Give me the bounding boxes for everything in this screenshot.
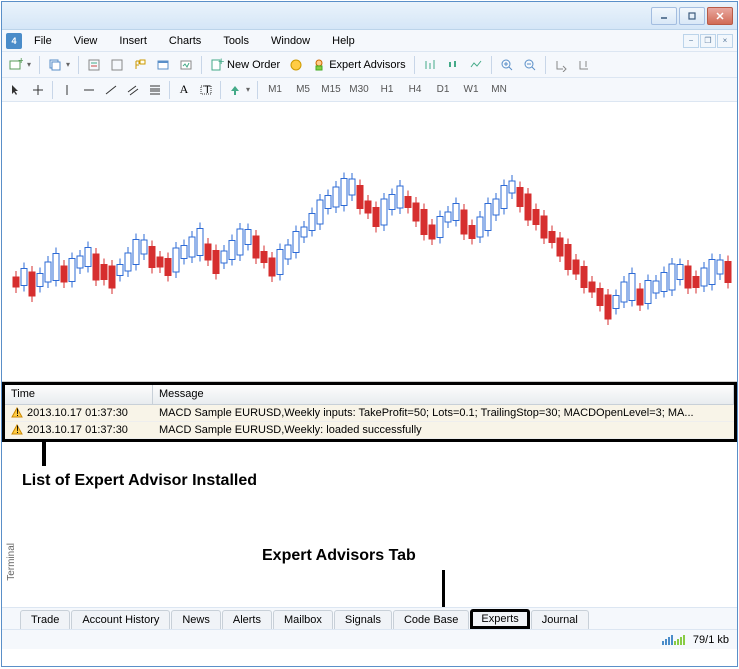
tab-alerts[interactable]: Alerts xyxy=(222,610,272,629)
terminal-label: Terminal xyxy=(4,541,19,583)
chart-shift-button[interactable] xyxy=(574,55,594,75)
traffic-label: 79/1 kb xyxy=(693,634,729,646)
svg-text:!: ! xyxy=(16,407,19,419)
navigator-button[interactable] xyxy=(130,55,150,75)
menu-charts[interactable]: Charts xyxy=(159,33,211,49)
new-order-button[interactable]: +New Order xyxy=(207,55,283,75)
menu-view[interactable]: View xyxy=(64,33,108,49)
svg-text:+: + xyxy=(18,58,23,67)
mdi-restore-button[interactable]: ❐ xyxy=(700,34,716,48)
trendline-button[interactable] xyxy=(101,80,121,100)
auto-scroll-button[interactable] xyxy=(551,55,571,75)
column-time[interactable]: Time xyxy=(5,385,153,404)
text-label-button[interactable]: T xyxy=(196,80,216,100)
connection-icon xyxy=(662,635,685,645)
chart-area[interactable] xyxy=(2,102,737,382)
menu-file[interactable]: File xyxy=(24,33,62,49)
fibonacci-button[interactable] xyxy=(145,80,165,100)
toolbar-drawing: A T ▾ M1 M5 M15 M30 H1 H4 D1 W1 MN xyxy=(2,78,737,102)
grid-header: Time Message xyxy=(5,385,734,405)
market-watch-button[interactable] xyxy=(84,55,104,75)
mdi-close-button[interactable]: × xyxy=(717,34,733,48)
timeframe-m30[interactable]: M30 xyxy=(346,81,372,99)
tab-news[interactable]: News xyxy=(171,610,221,629)
annotation-tab-label: Expert Advisors Tab xyxy=(262,547,416,565)
zoom-out-button[interactable] xyxy=(520,55,540,75)
candlestick-chart xyxy=(2,102,737,382)
titlebar xyxy=(2,2,737,30)
tab-code-base[interactable]: Code Base xyxy=(393,610,469,629)
tab-trade[interactable]: Trade xyxy=(20,610,70,629)
tab-mailbox[interactable]: Mailbox xyxy=(273,610,333,629)
menu-window[interactable]: Window xyxy=(261,33,320,49)
svg-text:!: ! xyxy=(16,424,19,436)
tab-experts[interactable]: Experts xyxy=(470,609,529,629)
menu-tools[interactable]: Tools xyxy=(213,33,259,49)
close-button[interactable] xyxy=(707,7,733,25)
experts-log-grid: Time Message ! 2013.10.17 01:37:30 MACD … xyxy=(2,382,737,442)
timeframe-w1[interactable]: W1 xyxy=(458,81,484,99)
toolbar-main: +▾ ▾ +New Order Expert Advisors xyxy=(2,52,737,78)
crosshair-button[interactable] xyxy=(28,80,48,100)
bar-chart-button[interactable] xyxy=(420,55,440,75)
svg-text:T: T xyxy=(204,84,211,96)
arrows-button[interactable]: ▾ xyxy=(225,80,253,100)
log-row[interactable]: ! 2013.10.17 01:37:30 MACD Sample EURUSD… xyxy=(5,405,734,422)
menu-insert[interactable]: Insert xyxy=(109,33,157,49)
annotation-connector xyxy=(42,442,46,466)
horizontal-line-button[interactable] xyxy=(79,80,99,100)
zoom-in-button[interactable] xyxy=(497,55,517,75)
minimize-button[interactable] xyxy=(651,7,677,25)
expert-advisors-button[interactable]: Expert Advisors xyxy=(309,55,408,75)
terminal-button[interactable] xyxy=(153,55,173,75)
text-button[interactable]: A xyxy=(174,80,194,100)
annotation-list-label: List of Expert Advisor Installed xyxy=(22,472,257,490)
tab-journal[interactable]: Journal xyxy=(531,610,589,629)
app-icon: 4 xyxy=(6,33,22,49)
timeframe-m5[interactable]: M5 xyxy=(290,81,316,99)
timeframe-h1[interactable]: H1 xyxy=(374,81,400,99)
statusbar: 79/1 kb xyxy=(2,629,737,649)
menubar: 4 File View Insert Charts Tools Window H… xyxy=(2,30,737,52)
app-window: 4 File View Insert Charts Tools Window H… xyxy=(1,1,738,667)
equidistant-channel-button[interactable] xyxy=(123,80,143,100)
cursor-button[interactable] xyxy=(6,80,26,100)
vertical-line-button[interactable] xyxy=(57,80,77,100)
terminal-tabs: Trade Account History News Alerts Mailbo… xyxy=(2,607,737,629)
timeframe-h4[interactable]: H4 xyxy=(402,81,428,99)
timeframe-d1[interactable]: D1 xyxy=(430,81,456,99)
log-row[interactable]: ! 2013.10.17 01:37:30 MACD Sample EURUSD… xyxy=(5,422,734,439)
candlestick-button[interactable] xyxy=(443,55,463,75)
warning-icon: ! xyxy=(11,407,23,419)
strategy-tester-button[interactable] xyxy=(176,55,196,75)
svg-text:+: + xyxy=(218,58,224,68)
new-chart-button[interactable]: +▾ xyxy=(6,55,34,75)
timeframe-m15[interactable]: M15 xyxy=(318,81,344,99)
mdi-minimize-button[interactable]: − xyxy=(683,34,699,48)
annotation-area: List of Expert Advisor Installed Expert … xyxy=(2,442,737,607)
timeframe-m1[interactable]: M1 xyxy=(262,81,288,99)
profiles-button[interactable]: ▾ xyxy=(45,55,73,75)
menu-help[interactable]: Help xyxy=(322,33,365,49)
annotation-connector xyxy=(442,570,445,607)
tab-signals[interactable]: Signals xyxy=(334,610,392,629)
timeframe-mn[interactable]: MN xyxy=(486,81,512,99)
maximize-button[interactable] xyxy=(679,7,705,25)
column-message[interactable]: Message xyxy=(153,385,734,404)
line-chart-button[interactable] xyxy=(466,55,486,75)
data-window-button[interactable] xyxy=(107,55,127,75)
metaquotes-button[interactable] xyxy=(286,55,306,75)
warning-icon: ! xyxy=(11,424,23,436)
tab-account-history[interactable]: Account History xyxy=(71,610,170,629)
terminal-panel: Time Message ! 2013.10.17 01:37:30 MACD … xyxy=(2,382,737,629)
